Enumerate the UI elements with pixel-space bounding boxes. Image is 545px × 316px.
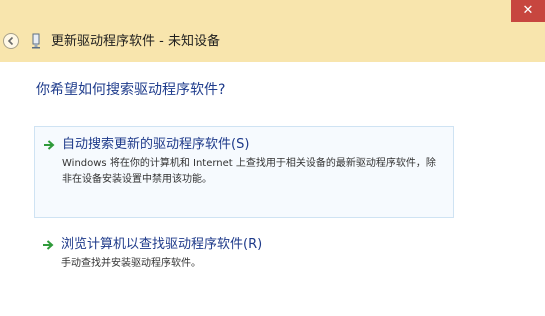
- option-description: 手动查找并安装驱动程序软件。: [61, 258, 201, 269]
- device-icon: [32, 33, 40, 49]
- option-auto-search[interactable]: 自动搜索更新的驱动程序软件(S) Windows 将在你的计算机和 Intern…: [34, 126, 454, 218]
- option-description: Windows 将在你的计算机和 Internet 上查找用于相关设备的最新驱动…: [62, 158, 436, 185]
- close-button[interactable]: ✕: [511, 0, 545, 22]
- option-browse-computer[interactable]: 浏览计算机以查找驱动程序软件(R) 手动查找并安装驱动程序软件。: [34, 230, 454, 278]
- window-title: 更新驱动程序软件 - 未知设备: [51, 34, 220, 49]
- option-title: 自动搜索更新的驱动程序软件(S): [62, 137, 250, 152]
- back-button[interactable]: [3, 33, 19, 49]
- title-bar: ✕ 更新驱动程序软件 - 未知设备: [0, 0, 545, 62]
- close-icon: ✕: [522, 3, 534, 18]
- green-arrow-icon: [43, 240, 54, 250]
- back-arrow-icon: [7, 36, 14, 46]
- page-question: 你希望如何搜索驱动程序软件?: [36, 82, 226, 98]
- green-arrow-icon: [44, 140, 55, 150]
- option-title: 浏览计算机以查找驱动程序软件(R): [61, 237, 263, 252]
